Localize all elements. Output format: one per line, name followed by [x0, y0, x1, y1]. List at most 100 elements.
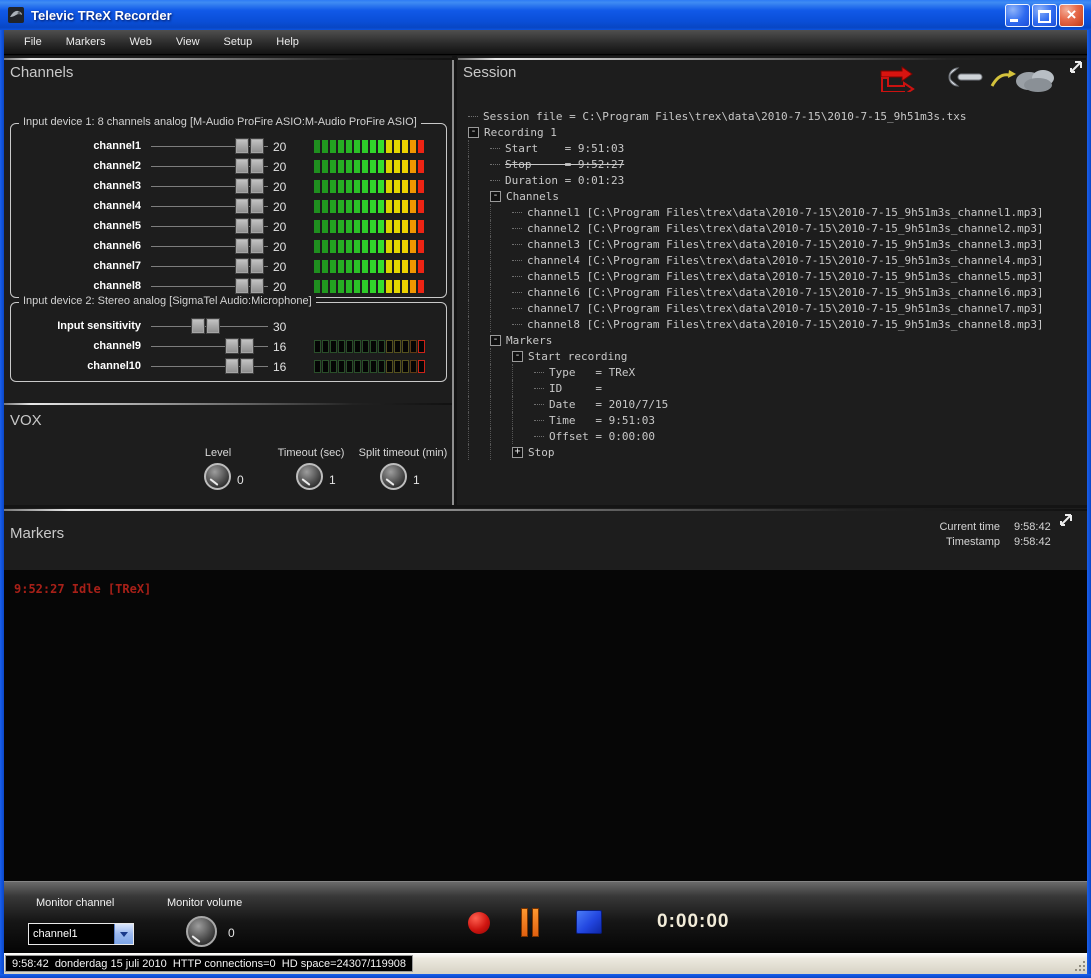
tree-item[interactable]: Stop = 9:52:27 — [468, 156, 1083, 172]
slider-thumbs[interactable] — [235, 218, 264, 234]
slider-thumb-left[interactable] — [235, 158, 249, 174]
meter-segment — [410, 140, 416, 153]
tree-item[interactable]: +Stop — [468, 444, 1083, 460]
tree-item[interactable]: channel1 [C:\Program Files\trex\data\201… — [468, 204, 1083, 220]
slider-thumb-left[interactable] — [235, 218, 249, 234]
tree-item[interactable]: Start = 9:51:03 — [468, 140, 1083, 156]
upload-cloud-icon[interactable] — [990, 62, 1058, 94]
slider-thumb-left[interactable] — [235, 238, 249, 254]
slider-thumb-left[interactable] — [225, 338, 239, 354]
monitor-channel-select[interactable]: channel1 — [28, 923, 134, 945]
collapse-icon[interactable]: - — [490, 191, 501, 202]
tree-item[interactable]: Offset = 0:00:00 — [468, 428, 1083, 444]
slider-thumbs[interactable] — [191, 318, 220, 334]
menu-item-web[interactable]: Web — [117, 32, 163, 52]
tree-item[interactable]: channel4 [C:\Program Files\trex\data\201… — [468, 252, 1083, 268]
resize-grip[interactable] — [1073, 959, 1085, 971]
meter-segment — [386, 260, 392, 273]
slider-thumb-right[interactable] — [250, 258, 264, 274]
slider-thumbs[interactable] — [235, 138, 264, 154]
tree-indent-guide — [512, 380, 534, 396]
slider-thumb-right[interactable] — [250, 218, 264, 234]
slider-thumbs[interactable] — [235, 158, 264, 174]
meter-segment — [370, 340, 377, 353]
collapse-icon[interactable]: - — [512, 351, 523, 362]
tree-item[interactable]: channel3 [C:\Program Files\trex\data\201… — [468, 236, 1083, 252]
slider-thumbs[interactable] — [235, 178, 264, 194]
slider-thumb-left[interactable] — [235, 198, 249, 214]
tree-item[interactable]: -Recording 1 — [468, 124, 1083, 140]
meter-segment — [418, 360, 425, 373]
expand-icon[interactable] — [1068, 59, 1084, 75]
minimize-button[interactable] — [1005, 4, 1030, 27]
expand-icon[interactable]: + — [512, 447, 523, 458]
slider-thumbs[interactable] — [225, 338, 254, 354]
slider-thumbs[interactable] — [235, 278, 264, 294]
tree-item[interactable]: Session file = C:\Program Files\trex\dat… — [468, 108, 1083, 124]
slider-thumb-left[interactable] — [235, 258, 249, 274]
slider-thumb-right[interactable] — [206, 318, 220, 334]
chevron-down-icon[interactable] — [114, 924, 133, 944]
menu-item-help[interactable]: Help — [264, 32, 311, 52]
slider-thumbs[interactable] — [235, 258, 264, 274]
vox-knob-1[interactable] — [204, 463, 231, 490]
slider-thumb-right[interactable] — [250, 198, 264, 214]
tree-item[interactable]: channel6 [C:\Program Files\trex\data\201… — [468, 284, 1083, 300]
slider-thumb-right[interactable] — [250, 278, 264, 294]
tree-item[interactable]: -Channels — [468, 188, 1083, 204]
slider-thumb-right[interactable] — [240, 358, 254, 374]
meter-segment — [338, 280, 344, 293]
pause-button[interactable] — [521, 908, 543, 937]
slider-thumb-right[interactable] — [250, 178, 264, 194]
monitor-volume-knob[interactable] — [186, 916, 217, 947]
tree-item[interactable]: -Markers — [468, 332, 1083, 348]
slider-thumb-left[interactable] — [235, 138, 249, 154]
record-transfer-icon[interactable] — [880, 64, 918, 92]
collapse-icon[interactable]: - — [468, 127, 479, 138]
slider-thumb-right[interactable] — [250, 138, 264, 154]
meter-segment — [370, 200, 376, 213]
tree-item[interactable]: channel8 [C:\Program Files\trex\data\201… — [468, 316, 1083, 332]
vox-knob-3[interactable] — [380, 463, 407, 490]
meter-segment — [386, 160, 392, 173]
markers-log[interactable]: 9:52:27 Idle [TReX] — [4, 570, 1087, 881]
menu-item-markers[interactable]: Markers — [54, 32, 118, 52]
current-time-label: Current time — [905, 521, 1000, 533]
wrench-icon[interactable] — [944, 67, 984, 87]
vox-knob-2[interactable] — [296, 463, 323, 490]
collapse-icon[interactable]: - — [490, 335, 501, 346]
menu-item-file[interactable]: File — [12, 32, 54, 52]
slider-thumb-right[interactable] — [250, 238, 264, 254]
tree-item[interactable]: -Start recording — [468, 348, 1083, 364]
menu-item-setup[interactable]: Setup — [212, 32, 265, 52]
slider-thumb-left[interactable] — [235, 178, 249, 194]
slider-thumb-left[interactable] — [225, 358, 239, 374]
record-button[interactable] — [468, 912, 490, 934]
slider-thumbs[interactable] — [235, 238, 264, 254]
meter-segment — [418, 240, 424, 253]
tree-item[interactable]: channel7 [C:\Program Files\trex\data\201… — [468, 300, 1083, 316]
tree-connector — [534, 372, 544, 373]
slider-thumb-left[interactable] — [191, 318, 205, 334]
slider-thumbs[interactable] — [235, 198, 264, 214]
tree-item[interactable]: channel2 [C:\Program Files\trex\data\201… — [468, 220, 1083, 236]
panel-splitter[interactable] — [452, 60, 454, 505]
stop-button[interactable] — [576, 910, 602, 934]
channel-label: channel9 — [11, 340, 141, 352]
channel-row: channel420 — [11, 197, 446, 217]
menu-item-view[interactable]: View — [164, 32, 212, 52]
tree-item[interactable]: Time = 9:51:03 — [468, 412, 1083, 428]
tree-item[interactable]: Type = TReX — [468, 364, 1083, 380]
tree-item[interactable]: Date = 2010/7/15 — [468, 396, 1083, 412]
slider-thumb-right[interactable] — [250, 158, 264, 174]
maximize-button[interactable] — [1032, 4, 1057, 27]
tree-item[interactable]: Duration = 0:01:23 — [468, 172, 1083, 188]
meter-segment — [394, 220, 400, 233]
slider-thumbs[interactable] — [225, 358, 254, 374]
close-button[interactable] — [1059, 4, 1084, 27]
tree-item[interactable]: ID = — [468, 380, 1083, 396]
slider-thumb-left[interactable] — [235, 278, 249, 294]
slider-thumb-right[interactable] — [240, 338, 254, 354]
markers-expand-icon[interactable] — [1058, 512, 1074, 528]
tree-item[interactable]: channel5 [C:\Program Files\trex\data\201… — [468, 268, 1083, 284]
